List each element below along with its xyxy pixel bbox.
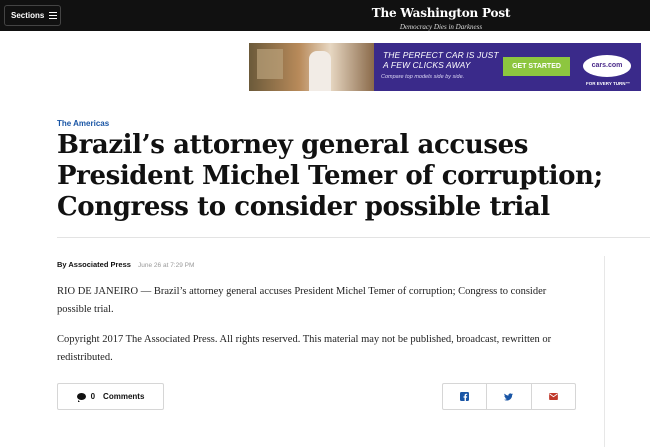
twitter-icon bbox=[504, 392, 514, 401]
ad-brand-tagline: FOR EVERY TURN™ bbox=[585, 81, 630, 86]
divider bbox=[57, 237, 650, 238]
article-paragraph: Copyright 2017 The Associated Press. All… bbox=[57, 334, 552, 363]
ad-banner[interactable]: THE PERFECT CAR IS JUST A FEW CLICKS AWA… bbox=[249, 43, 641, 91]
byline-timestamp: June 26 at 7:29 PM bbox=[138, 262, 195, 269]
comments-label: Comments bbox=[103, 392, 145, 401]
facebook-icon bbox=[460, 392, 470, 401]
ad-headline: THE PERFECT CAR IS JUST A FEW CLICKS AWA… bbox=[383, 50, 499, 70]
share-email-button[interactable] bbox=[532, 384, 575, 409]
top-nav-bar: Sections The Washington Post Democracy D… bbox=[0, 0, 650, 31]
share-bar bbox=[442, 383, 576, 410]
byline-author[interactable]: By Associated Press bbox=[57, 260, 131, 269]
article-headline: Brazil’s attorney general accuses Presid… bbox=[57, 130, 603, 222]
section-link[interactable]: The Americas bbox=[57, 119, 109, 128]
site-tagline: Democracy Dies in Darkness bbox=[399, 23, 483, 31]
divider-vertical bbox=[604, 256, 605, 447]
masthead[interactable]: The Washington Post Democracy Dies in Da… bbox=[0, 4, 650, 31]
comments-button[interactable]: 0 Comments bbox=[57, 383, 164, 410]
ad-photo bbox=[249, 43, 374, 91]
speech-bubble-icon bbox=[76, 393, 86, 402]
ad-get-started-button[interactable]: GET STARTED bbox=[503, 57, 570, 76]
site-logo[interactable]: The Washington Post bbox=[372, 6, 511, 20]
article-paragraph: RIO DE JANEIRO — Brazil’s attorney gener… bbox=[57, 286, 547, 315]
ad-subline: Compare top models side by side. bbox=[381, 74, 465, 80]
ad-brand-logo: cars.com bbox=[583, 55, 631, 77]
email-icon bbox=[548, 393, 558, 400]
byline: By Associated Press June 26 at 7:29 PM bbox=[57, 260, 194, 269]
share-facebook-button[interactable] bbox=[443, 384, 488, 409]
share-twitter-button[interactable] bbox=[487, 384, 532, 409]
comment-count: 0 bbox=[90, 392, 96, 401]
